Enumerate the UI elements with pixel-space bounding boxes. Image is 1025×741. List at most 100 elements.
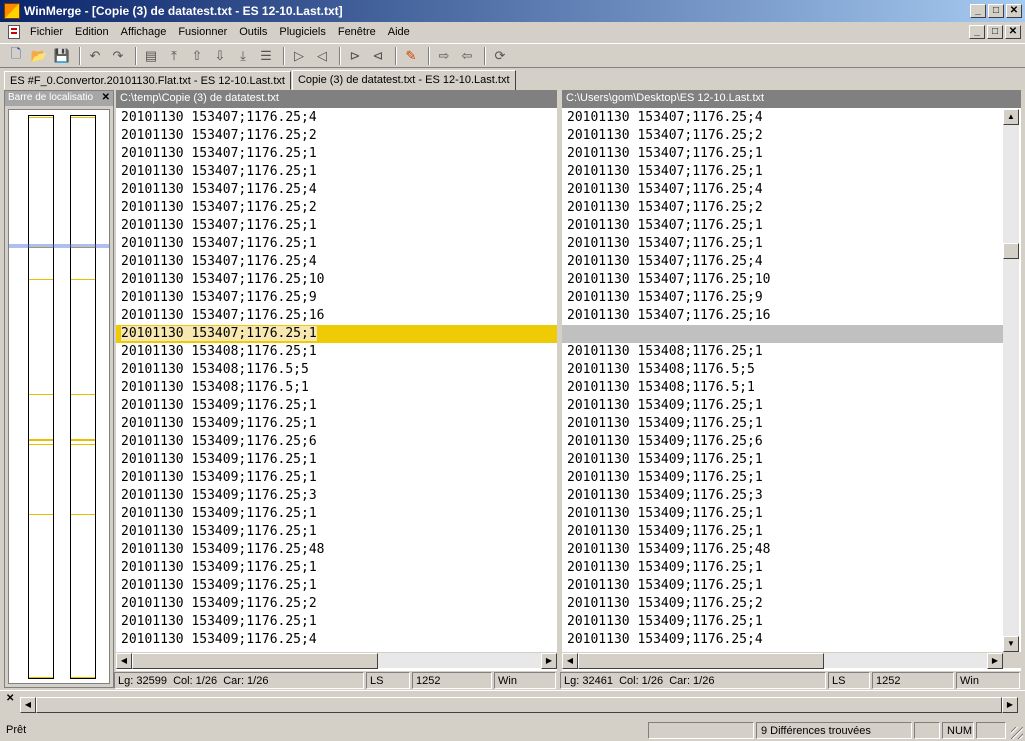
text-line[interactable]: 20101130 153407;1176.25;16 — [116, 307, 557, 325]
text-line[interactable]: 20101130 153407;1176.25;2 — [116, 127, 557, 145]
left-text-area[interactable]: 20101130 153407;1176.25;4 20101130 153407… — [116, 109, 557, 649]
text-line[interactable]: 20101130 153407;1176.25;10 — [116, 271, 557, 289]
text-line[interactable]: 20101130 153409;1176.25;1 — [116, 469, 557, 487]
text-line[interactable]: 20101130 153409;1176.25;1 — [562, 505, 1003, 523]
redo-icon[interactable]: ↷ — [108, 46, 128, 66]
text-line[interactable]: 20101130 153409;1176.25;4 — [116, 631, 557, 649]
text-line[interactable]: 20101130 153407;1176.25;9 — [116, 289, 557, 307]
text-line[interactable]: 20101130 153407;1176.25;2 — [562, 199, 1003, 217]
left-hscroll-thumb[interactable] — [132, 653, 378, 669]
diff-pane-close-icon[interactable]: ✕ — [6, 693, 14, 704]
menu-fenetre[interactable]: Fenêtre — [332, 26, 382, 38]
text-line[interactable]: 20101130 153407;1176.25;10 — [562, 271, 1003, 289]
text-line[interactable]: 20101130 153407;1176.25;4 — [562, 109, 1003, 127]
tab-flat-vs-last[interactable]: ES #F_0.Convertor.20101130.Flat.txt - ES… — [4, 71, 291, 90]
text-line[interactable]: 20101130 153409;1176.25;1 — [116, 523, 557, 541]
text-line[interactable]: 20101130 153409;1176.25;1 — [116, 451, 557, 469]
menu-fichier[interactable]: Fichier — [24, 26, 69, 38]
options-icon[interactable]: ✎ — [401, 46, 421, 66]
text-line[interactable]: 20101130 153409;1176.25;1 — [562, 559, 1003, 577]
close-button[interactable]: ✕ — [1006, 4, 1022, 18]
text-line[interactable]: 20101130 153407;1176.25;4 — [116, 181, 557, 199]
text-line[interactable]: 20101130 153409;1176.25;6 — [116, 433, 557, 451]
next-diff-icon[interactable]: ⇩ — [210, 46, 230, 66]
mdi-close-button[interactable]: ✕ — [1005, 25, 1021, 39]
document-menu-icon[interactable] — [8, 25, 20, 39]
text-line[interactable]: 20101130 153407;1176.25;4 — [562, 181, 1003, 199]
text-line[interactable]: 20101130 153409;1176.25;1 — [562, 523, 1003, 541]
text-line[interactable]: 20101130 153407;1176.25;16 — [562, 307, 1003, 325]
menu-plugiciels[interactable]: Plugiciels — [273, 26, 331, 38]
maximize-button[interactable]: □ — [988, 4, 1004, 18]
right-hscroll-thumb[interactable] — [578, 653, 824, 669]
open-folder-icon[interactable]: 📂 — [29, 46, 49, 66]
scroll-right-arrow-icon[interactable]: ▶ — [987, 653, 1003, 669]
text-line[interactable]: 20101130 153409;1176.25;1 — [116, 505, 557, 523]
text-line[interactable]: 20101130 153409;1176.25;2 — [116, 595, 557, 613]
text-line[interactable]: 20101130 153409;1176.25;1 — [562, 397, 1003, 415]
text-line[interactable]: 20101130 153407;1176.25;1 — [562, 235, 1003, 253]
scroll-right-arrow-icon[interactable]: ▶ — [1002, 697, 1018, 713]
text-line[interactable]: 20101130 153409;1176.25;48 — [116, 541, 557, 559]
text-line[interactable]: 20101130 153407;1176.25;4 — [116, 253, 557, 271]
text-line[interactable]: 20101130 153407;1176.25;1 — [116, 163, 557, 181]
text-line[interactable]: 20101130 153407;1176.25;4 — [562, 253, 1003, 271]
diff-line[interactable] — [562, 325, 1003, 343]
menu-edition[interactable]: Edition — [69, 26, 115, 38]
undo-icon[interactable]: ↶ — [85, 46, 105, 66]
menu-outils[interactable]: Outils — [233, 26, 273, 38]
text-line[interactable]: 20101130 153409;1176.25;2 — [562, 595, 1003, 613]
text-line[interactable]: 20101130 153407;1176.25;1 — [562, 217, 1003, 235]
save-icon[interactable]: 💾 — [52, 46, 72, 66]
right-text-area[interactable]: 20101130 153407;1176.25;4 20101130 153407… — [562, 109, 1003, 649]
text-line[interactable]: 20101130 153407;1176.25;1 — [116, 235, 557, 253]
menu-aide[interactable]: Aide — [382, 26, 416, 38]
copy-left-advance-icon[interactable]: ⊲ — [368, 46, 388, 66]
all-right-icon[interactable]: ⇨ — [434, 46, 454, 66]
text-line[interactable]: 20101130 153407;1176.25;9 — [562, 289, 1003, 307]
scroll-left-arrow-icon[interactable]: ◀ — [562, 653, 578, 669]
text-line[interactable]: 20101130 153409;1176.25;1 — [562, 451, 1003, 469]
text-line[interactable]: 20101130 153407;1176.25;1 — [116, 217, 557, 235]
text-line[interactable]: 20101130 153409;1176.25;1 — [562, 613, 1003, 631]
text-line[interactable]: 20101130 153409;1176.25;1 — [562, 415, 1003, 433]
text-line[interactable]: 20101130 153407;1176.25;1 — [562, 163, 1003, 181]
all-left-icon[interactable]: ⇦ — [457, 46, 477, 66]
all-diffs-icon[interactable]: ☰ — [256, 46, 276, 66]
tab-copie-vs-last[interactable]: Copie (3) de datatest.txt - ES 12-10.Las… — [291, 70, 516, 91]
right-horizontal-scrollbar[interactable]: ◀ ▶ — [562, 652, 1003, 669]
left-file-pane[interactable]: C:\temp\Copie (3) de datatest.txt 201011… — [116, 90, 557, 671]
text-line[interactable]: 20101130 153409;1176.25;1 — [562, 469, 1003, 487]
scroll-right-arrow-icon[interactable]: ▶ — [541, 653, 557, 669]
text-line[interactable]: 20101130 153407;1176.25;2 — [116, 199, 557, 217]
text-line[interactable]: 20101130 153409;1176.25;1 — [116, 415, 557, 433]
text-line[interactable]: 20101130 153409;1176.25;48 — [562, 541, 1003, 559]
text-line[interactable]: 20101130 153409;1176.25;1 — [116, 397, 557, 415]
text-line[interactable]: 20101130 153408;1176.5;1 — [116, 379, 557, 397]
copy-left-icon[interactable]: ◁ — [312, 46, 332, 66]
left-horizontal-scrollbar[interactable]: ◀ ▶ — [116, 652, 557, 669]
current-diff-icon[interactable]: ▤ — [141, 46, 161, 66]
scroll-left-arrow-icon[interactable]: ◀ — [116, 653, 132, 669]
text-line[interactable]: 20101130 153408;1176.5;5 — [562, 361, 1003, 379]
last-diff-icon[interactable]: ⤓ — [233, 46, 253, 66]
menu-fusionner[interactable]: Fusionner — [172, 26, 233, 38]
text-line[interactable]: 20101130 153408;1176.25;1 — [116, 343, 557, 361]
text-line[interactable]: 20101130 153409;1176.25;4 — [562, 631, 1003, 649]
text-line[interactable]: 20101130 153409;1176.25;1 — [116, 577, 557, 595]
text-line[interactable]: 20101130 153408;1176.5;1 — [562, 379, 1003, 397]
copy-right-icon[interactable]: ▷ — [289, 46, 309, 66]
menu-affichage[interactable]: Affichage — [115, 26, 173, 38]
diff-pane-scroll-thumb[interactable] — [36, 697, 1002, 713]
mdi-restore-button[interactable]: □ — [987, 25, 1003, 39]
location-bar-left[interactable] — [28, 115, 54, 679]
location-viewport-indicator[interactable] — [9, 244, 109, 248]
location-map[interactable] — [8, 109, 110, 684]
text-line[interactable]: 20101130 153409;1176.25;3 — [562, 487, 1003, 505]
text-line[interactable]: 20101130 153409;1176.25;1 — [116, 613, 557, 631]
scroll-down-arrow-icon[interactable]: ▼ — [1003, 636, 1019, 652]
diff-line[interactable]: 20101130 153407;1176.25;1 — [116, 325, 557, 343]
right-file-pane[interactable]: C:\Users\gom\Desktop\ES 12-10.Last.txt 2… — [562, 90, 1021, 671]
mdi-minimize-button[interactable]: _ — [969, 25, 985, 39]
text-line[interactable]: 20101130 153409;1176.25;1 — [116, 559, 557, 577]
